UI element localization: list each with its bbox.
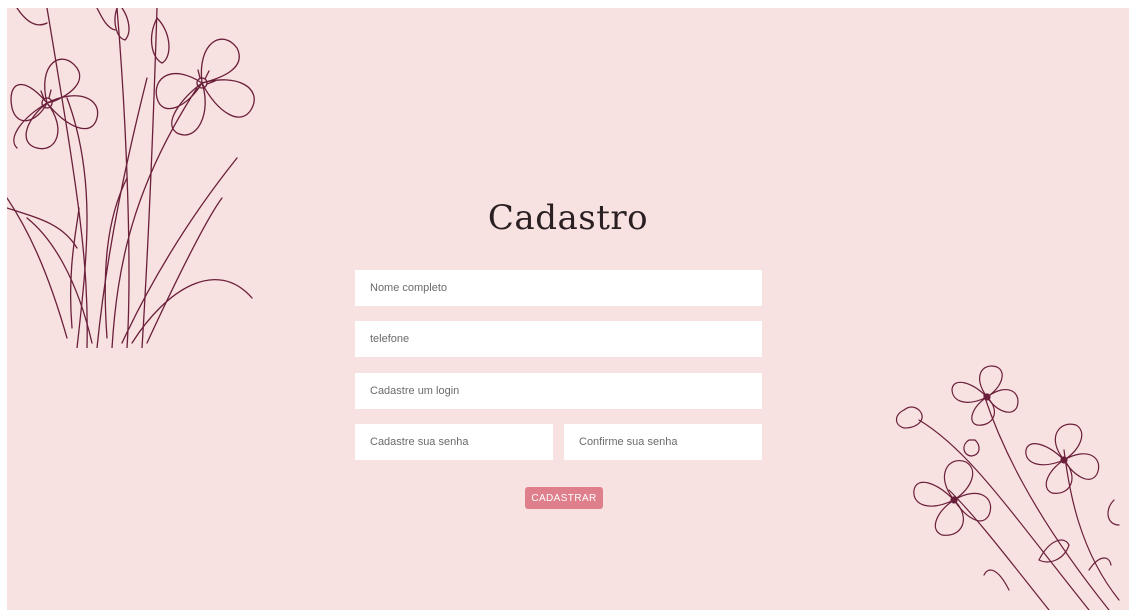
phone-input[interactable] [355, 321, 762, 357]
page-background: Cadastro CADASTRAR [7, 8, 1129, 610]
login-input[interactable] [355, 373, 762, 409]
flower-bouquet-illustration [7, 8, 255, 348]
password-input[interactable] [355, 424, 553, 460]
page-title: Cadastro [487, 198, 649, 238]
submit-button[interactable]: CADASTRAR [525, 487, 603, 509]
full-name-input[interactable] [355, 270, 762, 306]
confirm-password-input[interactable] [564, 424, 762, 460]
flower-branch-illustration [895, 365, 1120, 610]
